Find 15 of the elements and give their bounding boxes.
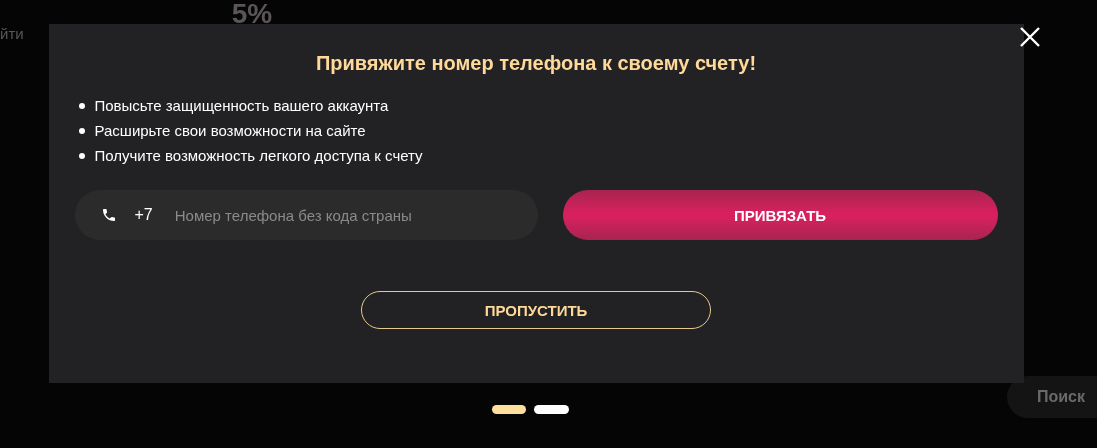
link-button[interactable]: ПРИВЯЗАТЬ	[562, 190, 998, 240]
modal-title: Привяжите номер телефона к своему счету!	[314, 52, 758, 75]
benefit-text: Расширьте свои возможности на сайте	[94, 122, 366, 139]
bullet-icon	[78, 102, 85, 109]
benefit-text: Получите возможность легкого доступа к счету	[94, 147, 423, 164]
phone-field[interactable]: +7 Номер телефона без кода страны	[74, 190, 538, 240]
phone-icon	[100, 207, 117, 223]
country-code: +7	[134, 206, 153, 224]
bullet-icon	[78, 127, 85, 134]
login-text: йти	[0, 25, 24, 42]
phone-input[interactable]: Номер телефона без кода страны	[172, 205, 538, 225]
bonus-percent: 5%	[231, 0, 273, 28]
benefit-text: Повысьте защищенность вашего аккаунта	[94, 97, 389, 114]
bullet-icon	[78, 152, 85, 159]
close-icon[interactable]	[1019, 26, 1041, 48]
